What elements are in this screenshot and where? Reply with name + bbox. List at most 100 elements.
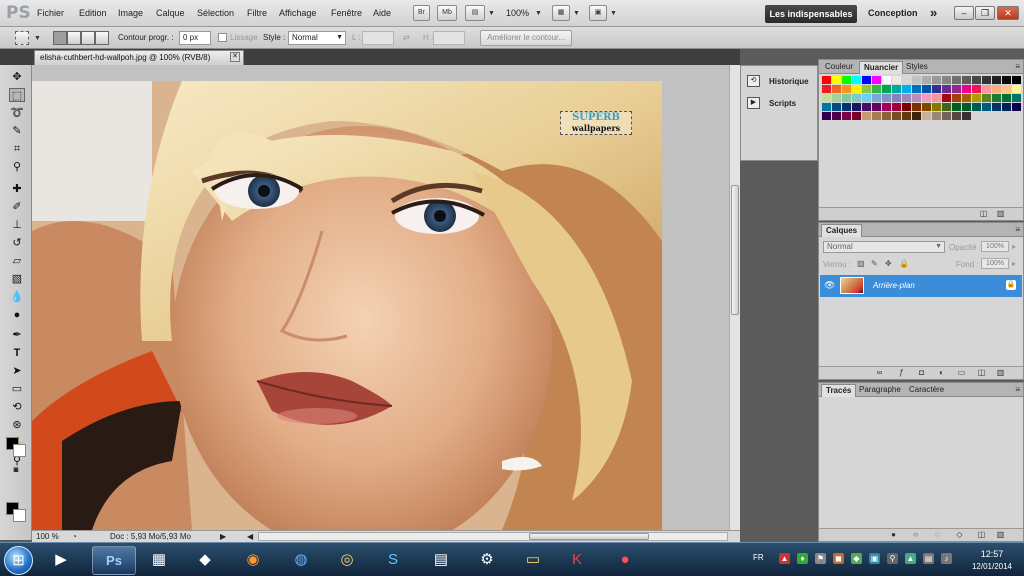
color-swatch[interactable] bbox=[982, 76, 991, 84]
color-swatch[interactable] bbox=[932, 85, 941, 93]
app-icon[interactable]: ◆ bbox=[186, 546, 224, 575]
color-swatch[interactable] bbox=[942, 76, 951, 84]
color-swatch[interactable] bbox=[962, 94, 971, 102]
pen-tool-icon[interactable]: ✒ bbox=[9, 328, 25, 342]
view-extras-button[interactable]: ▤ bbox=[465, 5, 485, 21]
taskbar-photoshop-button[interactable]: Ps bbox=[92, 546, 136, 575]
dodge-tool-icon[interactable]: ● bbox=[9, 308, 25, 322]
color-swatch[interactable] bbox=[972, 103, 981, 111]
delete-icon[interactable]: ▥ bbox=[996, 530, 1005, 539]
color-swatch[interactable] bbox=[892, 112, 901, 120]
group-icon[interactable]: ▭ bbox=[957, 368, 966, 377]
color-swatch[interactable] bbox=[1002, 94, 1011, 102]
clone-stamp-tool-icon[interactable]: ⊥ bbox=[9, 218, 25, 232]
color-swatch[interactable] bbox=[962, 112, 971, 120]
close-icon[interactable]: ✕ bbox=[230, 52, 240, 62]
color-swatch[interactable] bbox=[952, 94, 961, 102]
color-swatch[interactable] bbox=[982, 94, 991, 102]
panel-menu-icon[interactable]: ≡ bbox=[1015, 62, 1020, 71]
swatch-grid[interactable] bbox=[822, 76, 1021, 132]
path-select-tool-icon[interactable]: ➤ bbox=[9, 364, 25, 378]
add-selection-icon[interactable] bbox=[67, 31, 81, 45]
menu-view[interactable]: Affichage bbox=[279, 8, 316, 18]
record-icon[interactable]: ● bbox=[606, 546, 644, 575]
quick-select-tool-icon[interactable]: ✎ bbox=[9, 124, 25, 138]
scroll-left-arrow[interactable]: ◀ bbox=[247, 532, 253, 541]
color-swatch[interactable] bbox=[922, 112, 931, 120]
layer-mask-icon[interactable]: ◘ bbox=[917, 368, 926, 377]
color-swatch[interactable] bbox=[872, 94, 881, 102]
color-swatch[interactable] bbox=[952, 112, 961, 120]
quick-mask-icon[interactable]: ◙ bbox=[8, 463, 24, 477]
new-swatch-icon[interactable]: ◫ bbox=[979, 209, 988, 218]
gradient-tool-icon[interactable]: ▧ bbox=[9, 272, 25, 286]
swap-icon[interactable]: ⇄ bbox=[403, 33, 410, 42]
media-player-icon[interactable]: ▶ bbox=[42, 546, 80, 575]
tray-icon[interactable]: ♦ bbox=[797, 553, 808, 564]
antivirus-icon[interactable]: K bbox=[558, 546, 596, 575]
opacity-input[interactable]: 100% bbox=[981, 241, 1009, 252]
lock-pixels-icon[interactable]: ✎ bbox=[871, 259, 878, 268]
color-swatch[interactable] bbox=[892, 103, 901, 111]
color-swatch[interactable] bbox=[822, 103, 831, 111]
color-swatch[interactable] bbox=[822, 112, 831, 120]
history-brush-tool-icon[interactable]: ↺ bbox=[9, 236, 25, 250]
color-swatch[interactable] bbox=[942, 85, 951, 93]
color-swatch[interactable] bbox=[972, 76, 981, 84]
color-swatch[interactable] bbox=[992, 103, 1001, 111]
tray-icon[interactable]: ▲ bbox=[905, 553, 916, 564]
volume-icon[interactable]: ♪ bbox=[941, 553, 952, 564]
chevron-down-icon[interactable]: ▼ bbox=[573, 10, 580, 17]
color-swatch[interactable] bbox=[992, 94, 1001, 102]
start-button[interactable]: ⊞ bbox=[4, 546, 33, 575]
color-swatch[interactable] bbox=[922, 94, 931, 102]
tab-paragraph[interactable]: Paragraphe bbox=[855, 384, 905, 397]
subtract-selection-icon[interactable] bbox=[81, 31, 95, 45]
color-swatch[interactable] bbox=[882, 85, 891, 93]
workspace-essentials-button[interactable]: Les indispensables bbox=[765, 5, 857, 23]
chevron-right-icon[interactable]: ▸ bbox=[1012, 242, 1016, 251]
color-swatch[interactable] bbox=[832, 103, 841, 111]
horizontal-scroll-thumb[interactable] bbox=[529, 533, 649, 540]
color-swatch[interactable] bbox=[902, 112, 911, 120]
color-swatch[interactable] bbox=[912, 76, 921, 84]
menu-edit[interactable]: Edition bbox=[79, 8, 107, 18]
color-swatch[interactable] bbox=[842, 85, 851, 93]
chevron-down-icon[interactable]: ▼ bbox=[34, 35, 41, 42]
color-swatch[interactable] bbox=[882, 94, 891, 102]
color-swatch[interactable] bbox=[952, 76, 961, 84]
marquee-preset-icon[interactable] bbox=[15, 31, 29, 45]
color-swatch[interactable] bbox=[842, 76, 851, 84]
color-swatch[interactable] bbox=[842, 112, 851, 120]
firefox-icon[interactable]: ◉ bbox=[234, 546, 272, 575]
color-swatch[interactable] bbox=[882, 103, 891, 111]
color-swatch[interactable] bbox=[932, 112, 941, 120]
color-swatch[interactable] bbox=[1002, 85, 1011, 93]
chevron-down-icon[interactable]: ▼ bbox=[535, 10, 542, 17]
lock-position-icon[interactable]: ✥ bbox=[885, 259, 892, 268]
tray-icon[interactable]: ⚲ bbox=[887, 553, 898, 564]
status-icon[interactable]: ◔ bbox=[72, 532, 77, 541]
background-color-swatch[interactable] bbox=[13, 509, 26, 522]
color-swatch[interactable] bbox=[852, 76, 861, 84]
color-swatch[interactable] bbox=[832, 112, 841, 120]
mini-bridge-button[interactable]: Mb bbox=[437, 5, 457, 21]
new-selection-icon[interactable] bbox=[53, 31, 67, 45]
color-swatch[interactable] bbox=[1002, 103, 1011, 111]
move-tool-icon[interactable]: ✥ bbox=[9, 70, 25, 84]
history-panel-button[interactable]: ⟲ Historique bbox=[747, 72, 817, 92]
horizontal-scrollbar[interactable] bbox=[258, 532, 728, 541]
eyedropper-tool-icon[interactable]: ⚲ bbox=[9, 160, 25, 174]
color-swatch[interactable] bbox=[912, 112, 921, 120]
color-swatch[interactable] bbox=[912, 85, 921, 93]
menu-help[interactable]: Aide bbox=[373, 8, 391, 18]
color-swatch[interactable] bbox=[902, 103, 911, 111]
tray-icon[interactable]: ▲ bbox=[779, 553, 790, 564]
color-swatch[interactable] bbox=[902, 94, 911, 102]
color-swatch[interactable] bbox=[872, 76, 881, 84]
fx-icon[interactable]: ƒ bbox=[897, 368, 906, 377]
minimize-button[interactable]: – bbox=[954, 6, 974, 20]
network-icon[interactable]: ▤ bbox=[923, 553, 934, 564]
chevron-right-icon[interactable]: ▸ bbox=[1012, 259, 1016, 268]
color-swatch[interactable] bbox=[912, 103, 921, 111]
